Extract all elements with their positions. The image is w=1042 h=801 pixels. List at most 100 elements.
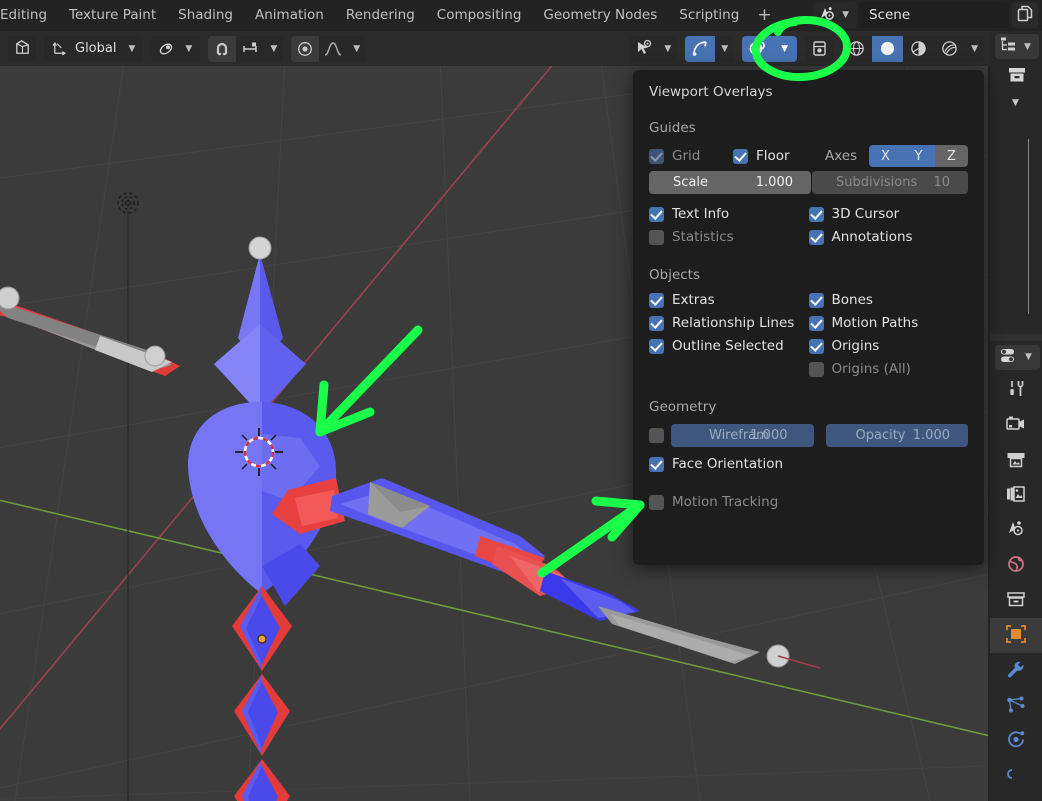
grid-checkbox[interactable]	[649, 148, 664, 164]
axis-y-toggle[interactable]: Y	[902, 145, 935, 167]
wireframe-slider[interactable]: Wirefram 1.000	[671, 424, 814, 447]
text-info-checkbox[interactable]	[649, 206, 664, 222]
physics-orbit-tab-icon	[1005, 729, 1027, 753]
relationship-lines-checkbox[interactable]	[649, 315, 664, 331]
workspace-tab-rendering[interactable]: Rendering	[346, 0, 415, 31]
constraints-tab-icon	[1005, 766, 1027, 785]
world-globe-tab-icon	[1005, 554, 1027, 578]
scene-name-field[interactable]: Scene	[859, 2, 1009, 28]
workspace-tab-animation[interactable]: Animation	[255, 0, 324, 31]
properties-tab-render[interactable]	[990, 408, 1042, 443]
axis-x-toggle[interactable]: X	[869, 145, 902, 167]
snap-magnet-icon[interactable]	[208, 35, 237, 62]
new-scene-button[interactable]	[1012, 2, 1038, 28]
bones-checkbox[interactable]	[808, 292, 824, 308]
origins-checkbox[interactable]	[808, 338, 824, 354]
chevron-down-icon[interactable]: ▼	[264, 44, 283, 54]
outliner-scene-collection-row[interactable]	[990, 62, 1042, 92]
pivot-point-dropdown[interactable]: ▼	[151, 35, 201, 62]
shading-solid-icon[interactable]	[872, 35, 904, 62]
floor-label: Floor	[756, 148, 790, 164]
shading-wireframe-icon[interactable]	[841, 36, 872, 62]
collection-icon	[1006, 65, 1028, 89]
workspace-tab-texture-paint[interactable]: Texture Paint	[69, 0, 156, 31]
statistics-label: Statistics	[672, 229, 734, 245]
overlays-dropdown-chevron[interactable]: ▼	[772, 35, 798, 62]
grid-scale-slider[interactable]: Scale 1.000	[649, 171, 811, 194]
grid-scale-value: 1.000	[755, 175, 793, 190]
transform-orientation-dropdown[interactable]: Global ▼	[44, 35, 144, 62]
xray-toggle-icon[interactable]	[805, 36, 833, 62]
shading-material-icon[interactable]	[903, 36, 934, 62]
extras-label: Extras	[672, 292, 715, 308]
wireframe-toggle-checkbox[interactable]	[649, 428, 664, 443]
gizmos-toggle-group: ▼	[685, 35, 735, 62]
falloff-curve-icon[interactable]	[319, 36, 347, 62]
face-orientation-checkbox[interactable]	[649, 456, 664, 472]
properties-tab-collection[interactable]	[990, 583, 1042, 618]
tool-tab-icon	[1006, 378, 1027, 403]
properties-editor-icon	[999, 347, 1019, 368]
workspace-tab-geometry-nodes[interactable]: Geometry Nodes	[543, 0, 657, 31]
editor-type-button[interactable]	[8, 35, 36, 62]
statistics-checkbox[interactable]	[649, 229, 664, 245]
extras-checkbox[interactable]	[649, 292, 664, 308]
properties-tab-view-layer[interactable]	[990, 478, 1042, 513]
properties-tab-scene[interactable]	[990, 513, 1042, 548]
outline-selected-label: Outline Selected	[672, 338, 784, 354]
grid-subdivisions-slider[interactable]: Subdivisions 10	[811, 171, 968, 194]
properties-tab-output[interactable]	[990, 443, 1042, 478]
triangle-down-icon: ▼	[1012, 98, 1019, 108]
opacity-value: 1.000	[912, 428, 950, 443]
chevron-down-icon: ▼	[128, 43, 136, 54]
chevron-down-icon[interactable]: ▼	[965, 44, 984, 54]
gizmo-icon[interactable]	[685, 35, 716, 62]
output-printer-tab-icon	[1005, 449, 1027, 473]
properties-tab-constraints[interactable]	[990, 758, 1042, 793]
outliner-editor-type-button[interactable]: ▼	[995, 34, 1039, 59]
topbar: Editing Texture Paint Shading Animation Rend…	[0, 0, 1042, 31]
chevron-down-icon[interactable]: ▼	[715, 44, 734, 54]
render-tab-icon	[1005, 414, 1027, 438]
origins-all-checkbox[interactable]	[808, 361, 824, 377]
workspace-tab-compositing[interactable]: Compositing	[437, 0, 522, 31]
properties-tab-tool[interactable]	[990, 373, 1042, 408]
xray-toggle-group	[805, 35, 834, 62]
snap-increment-icon[interactable]	[236, 36, 264, 62]
right-sidebar: ▼ ▼ ▼	[990, 31, 1042, 801]
section-heading-geometry: Geometry	[649, 399, 717, 415]
grid-label: Grid	[672, 148, 701, 164]
section-heading-guides: Guides	[649, 120, 696, 136]
properties-editor-type-button[interactable]: ▼	[995, 344, 1040, 370]
properties-tab-physics[interactable]	[990, 723, 1042, 758]
object-visibility-dropdown[interactable]: ▼	[630, 35, 678, 62]
axis-z-toggle[interactable]: Z	[935, 145, 968, 167]
motion-tracking-checkbox[interactable]	[649, 494, 664, 510]
proportional-edit-icon[interactable]	[291, 35, 320, 62]
shading-rendered-icon[interactable]	[934, 36, 965, 62]
properties-tab-particles[interactable]	[990, 688, 1042, 723]
grid-subdivisions-value: 10	[933, 175, 950, 190]
annotations-checkbox[interactable]	[808, 229, 824, 245]
motion-paths-checkbox[interactable]	[808, 315, 824, 331]
properties-tab-modifiers[interactable]	[990, 653, 1042, 688]
outline-selected-checkbox[interactable]	[649, 338, 664, 354]
wrench-modifier-tab-icon	[1005, 659, 1027, 683]
chevron-down-icon[interactable]: ▼	[347, 44, 366, 54]
add-workspace-button[interactable]: +	[757, 0, 771, 31]
workspace-tab-shading[interactable]: Shading	[178, 0, 233, 31]
properties-tab-object[interactable]	[990, 618, 1042, 653]
scene-browse-button[interactable]: ▼	[813, 2, 857, 28]
workspace-tab-editing[interactable]: Editing	[0, 0, 47, 31]
opacity-slider[interactable]: Opacity 1.000	[825, 424, 968, 447]
overlays-toggle-group: ▼	[742, 35, 798, 62]
3d-cursor-checkbox[interactable]	[808, 206, 824, 222]
properties-tab-world[interactable]	[990, 548, 1042, 583]
object-visibility-icon	[630, 36, 658, 62]
floor-checkbox[interactable]	[733, 148, 748, 164]
scene-selector-block: ▼ Scene	[813, 2, 1038, 28]
overlays-toggle-button[interactable]	[742, 35, 773, 62]
copy-icon	[1017, 5, 1034, 26]
workspace-tab-scripting[interactable]: Scripting	[679, 0, 739, 31]
outliner-expand-row[interactable]: ▼	[990, 92, 1042, 108]
